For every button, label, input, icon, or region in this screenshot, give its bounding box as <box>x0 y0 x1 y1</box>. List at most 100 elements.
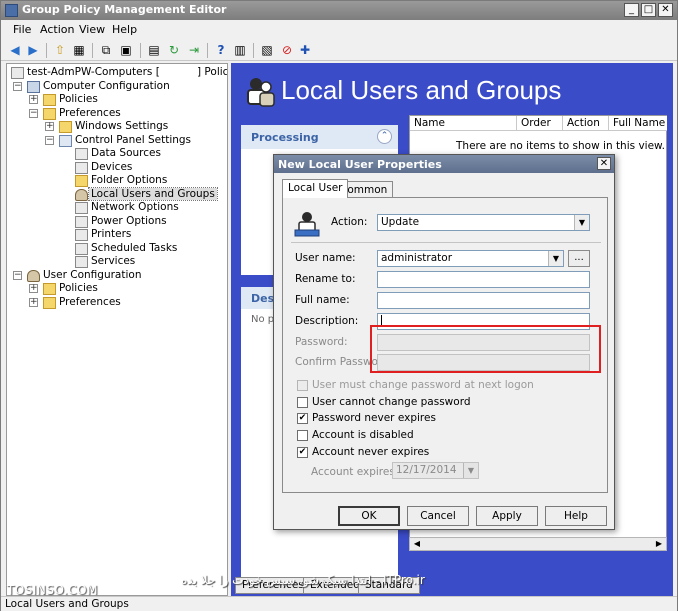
column-order[interactable]: Order <box>517 116 563 131</box>
rename-field[interactable] <box>377 271 590 288</box>
help-button[interactable]: Help <box>545 506 607 526</box>
collapse-icon[interactable]: − <box>45 136 54 145</box>
rename-label: Rename to: <box>295 273 356 285</box>
menu-view[interactable]: View <box>79 23 105 36</box>
collapse-icon[interactable]: − <box>29 109 38 118</box>
full-name-label: Full name: <box>295 294 350 306</box>
add-icon[interactable]: ✚ <box>297 42 313 58</box>
tree-root-suffix: ] Policy <box>197 66 228 78</box>
menu-bar: File Action View Help <box>1 21 677 39</box>
column-action[interactable]: Action <box>563 116 609 131</box>
collapse-icon[interactable]: − <box>13 271 22 280</box>
window-title: Group Policy Management Editor <box>22 3 227 16</box>
processing-header[interactable]: Processing ⌃ <box>241 125 398 149</box>
help-icon[interactable]: ? <box>213 42 229 58</box>
properties-icon[interactable]: ▧ <box>259 42 275 58</box>
paste-icon[interactable]: ▣ <box>118 42 134 58</box>
column-name[interactable]: Name <box>410 116 517 131</box>
tree-services-label: Services <box>91 255 136 267</box>
tree-policies-label: Policies <box>59 93 98 105</box>
action-select[interactable]: Update ▼ <box>377 214 590 231</box>
chevron-down-icon[interactable]: ▼ <box>548 251 563 266</box>
power-icon <box>75 216 88 228</box>
back-arrow-icon[interactable]: ◀ <box>7 42 23 58</box>
copy-icon[interactable]: ⧉ <box>98 42 114 58</box>
up-folder-icon[interactable]: ⇧ <box>52 42 68 58</box>
chevron-down-icon[interactable]: ▼ <box>463 463 478 478</box>
scroll-left-icon[interactable]: ◀ <box>411 539 423 549</box>
menu-help[interactable]: Help <box>112 23 137 36</box>
checkmark-icon[interactable]: ✔ <box>297 447 308 458</box>
users-group-icon <box>247 78 275 107</box>
scroll-right-icon[interactable]: ▶ <box>653 539 665 549</box>
expand-icon[interactable]: + <box>45 122 54 131</box>
action-label: Action: <box>331 216 368 228</box>
folder-icon <box>43 297 56 309</box>
checkbox-box[interactable] <box>297 430 308 441</box>
console-tree: test-AdmPW-Computers [ ] Policy − Comput… <box>6 63 228 596</box>
menu-file[interactable]: File <box>13 23 31 36</box>
chevron-up-icon[interactable]: ⌃ <box>377 129 392 144</box>
refresh-icon[interactable]: ↻ <box>166 42 182 58</box>
tree-folder-options-label: Folder Options <box>91 174 168 186</box>
username-label: User name: <box>295 252 356 264</box>
account-expires-picker[interactable]: 12/17/2014 ▼ <box>392 462 479 479</box>
checkbox-label: User must change password at next logon <box>312 379 534 391</box>
menu-action[interactable]: Action <box>40 23 74 36</box>
minimize-button[interactable]: _ <box>624 3 639 17</box>
chevron-down-icon[interactable]: ▼ <box>574 215 589 230</box>
print-icon[interactable]: ▤ <box>146 42 162 58</box>
folder-options-icon <box>75 175 88 187</box>
page-title: Local Users and Groups <box>281 75 562 105</box>
maximize-button[interactable]: □ <box>641 3 656 17</box>
status-bar: Local Users and Groups <box>1 596 677 611</box>
apply-button[interactable]: Apply <box>476 506 538 526</box>
checkmark-icon[interactable]: ✔ <box>297 413 308 424</box>
expand-icon[interactable]: + <box>29 95 38 104</box>
cancel-button[interactable]: Cancel <box>407 506 469 526</box>
toolbar-separator <box>92 43 93 58</box>
action-value: Update <box>381 216 420 228</box>
title-bar: Group Policy Management Editor _ □ ✕ <box>1 1 677 20</box>
checkbox-box[interactable] <box>297 380 308 391</box>
view-icon[interactable]: ▥ <box>232 42 248 58</box>
show-hide-tree-icon[interactable]: ▦ <box>71 42 87 58</box>
toolbar-separator <box>46 43 47 58</box>
confirm-password-field[interactable] <box>377 354 590 371</box>
forward-arrow-icon[interactable]: ▶ <box>25 42 41 58</box>
description-field[interactable] <box>377 313 590 330</box>
devices-icon <box>75 162 88 174</box>
dialog-title-bar[interactable]: New Local User Properties ✕ <box>274 155 614 173</box>
close-button[interactable]: ✕ <box>658 3 673 17</box>
network-icon <box>75 202 88 214</box>
ok-button[interactable]: OK <box>338 506 400 526</box>
watermark-left: TOSINSO.COM <box>7 583 98 597</box>
tree-user-policies-label: Policies <box>59 282 98 294</box>
watermark-right: ابتدا سبک شو، سپس خودت را جلا بده - ITPr… <box>181 573 425 587</box>
export-icon[interactable]: ⇥ <box>186 42 202 58</box>
tab-local-user[interactable]: Local User <box>282 179 349 198</box>
tree-scheduled-tasks-label: Scheduled Tasks <box>91 242 178 254</box>
tree-data-sources-label: Data Sources <box>91 147 161 159</box>
collapse-icon[interactable]: − <box>13 82 22 91</box>
password-field[interactable] <box>377 334 590 351</box>
tree-root-label: test-AdmPW-Computers [ <box>27 66 160 78</box>
delete-icon[interactable]: ⊘ <box>279 42 295 58</box>
checkbox-box[interactable] <box>297 397 308 408</box>
horizontal-scrollbar[interactable]: ◀ ▶ <box>409 537 667 551</box>
expand-icon[interactable]: + <box>29 284 38 293</box>
tree-power-options-label: Power Options <box>91 215 167 227</box>
username-combo[interactable]: administrator ▼ <box>377 250 564 267</box>
column-full-name[interactable]: Full Name <box>609 116 667 131</box>
gpo-icon <box>11 67 24 79</box>
user-icon <box>294 212 320 237</box>
tree-computer-config-label: Computer Configuration <box>43 80 170 92</box>
dialog-close-button[interactable]: ✕ <box>597 157 611 170</box>
full-name-field[interactable] <box>377 292 590 309</box>
account-expires-value: 12/17/2014 <box>396 464 457 476</box>
expand-icon[interactable]: + <box>29 298 38 307</box>
tree-printers-label: Printers <box>91 228 132 240</box>
checkbox-label: User cannot change password <box>312 396 471 408</box>
browse-user-button[interactable]: ... <box>568 250 590 267</box>
scheduled-tasks-icon <box>75 243 88 255</box>
